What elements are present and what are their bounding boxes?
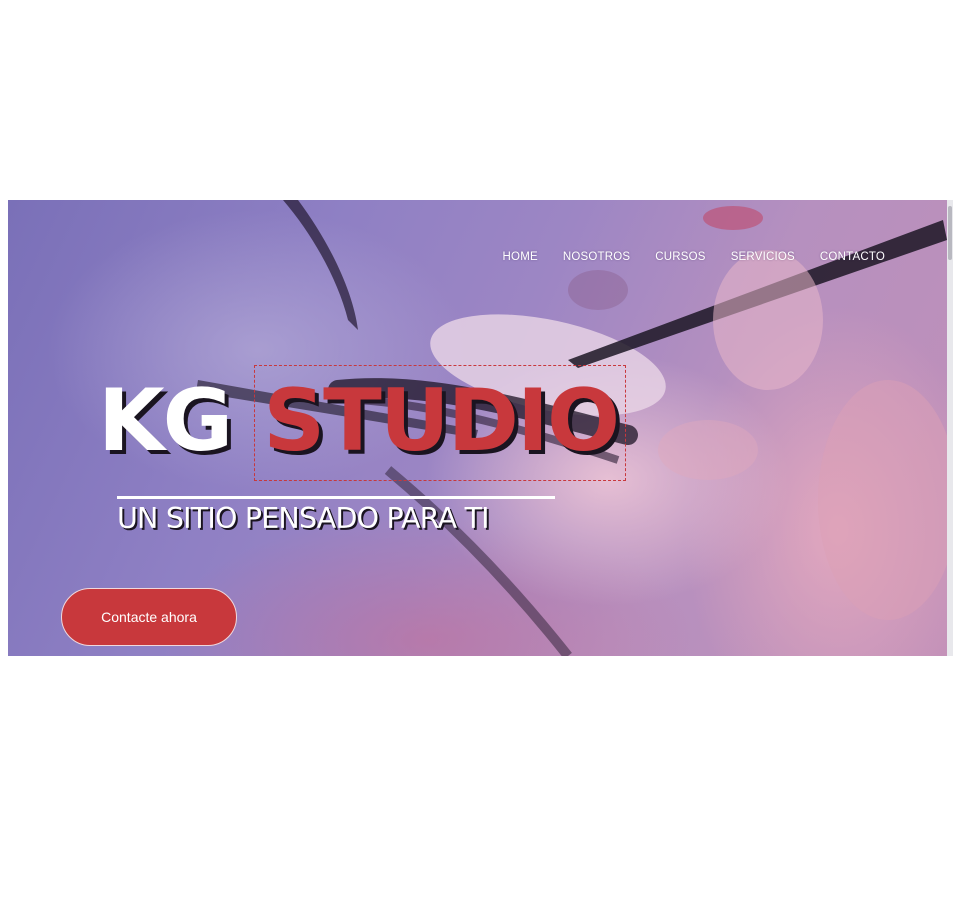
- hero-banner: HOME NOSOTROS CURSOS SERVICIOS CONTACTO …: [8, 200, 947, 656]
- page: HOME NOSOTROS CURSOS SERVICIOS CONTACTO …: [0, 0, 959, 908]
- scrollbar-thumb[interactable]: [948, 206, 952, 260]
- contact-now-button[interactable]: Contacte ahora: [61, 588, 237, 646]
- hero-title: KG STUDIO: [98, 365, 626, 481]
- nav-item-cursos[interactable]: CURSOS: [655, 251, 705, 263]
- scrollbar[interactable]: [947, 200, 953, 656]
- main-nav: HOME NOSOTROS CURSOS SERVICIOS CONTACTO: [478, 251, 885, 263]
- title-kg: KG: [98, 371, 233, 471]
- nav-item-home[interactable]: HOME: [503, 251, 538, 263]
- title-selection-outline: [254, 365, 626, 481]
- nav-item-nosotros[interactable]: NOSOTROS: [563, 251, 630, 263]
- nav-item-contacto[interactable]: CONTACTO: [820, 251, 885, 263]
- subtitle-divider: [117, 496, 555, 499]
- nav-item-servicios[interactable]: SERVICIOS: [731, 251, 795, 263]
- hero-subtitle: UN SITIO PENSADO PARA TI: [117, 502, 490, 535]
